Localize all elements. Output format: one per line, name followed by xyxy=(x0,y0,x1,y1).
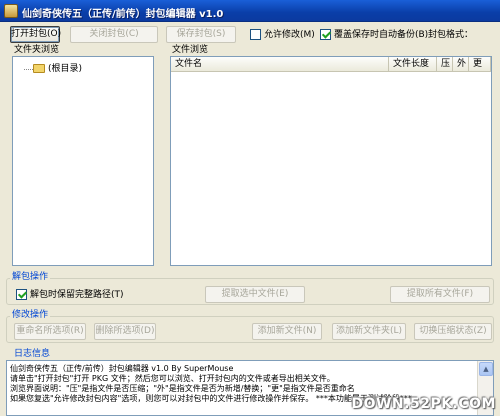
column-header-renamed[interactable]: 更 xyxy=(469,57,491,72)
column-header-filename[interactable]: 文件名 xyxy=(171,57,389,72)
add-folder-button[interactable]: 添加新文件夹(L) xyxy=(332,323,406,340)
log-line: 请单击"打开封包"打开 PKG 文件；然后您可以浏览、打开封包内的文件或者导出相… xyxy=(10,374,335,383)
allow-modify-box[interactable] xyxy=(250,29,261,40)
close-package-button[interactable]: 关闭封包(C) xyxy=(70,26,158,43)
folder-icon xyxy=(33,64,45,73)
allow-modify-label: 允许修改(M) xyxy=(264,30,315,40)
folder-tree[interactable]: (根目录) xyxy=(12,56,154,266)
file-browser-title: 文件浏览 xyxy=(172,45,209,55)
modify-group-title: 修改操作 xyxy=(10,310,51,321)
keep-path-label: 解包时保留完整路径(T) xyxy=(30,290,124,300)
watermark: DOWN.52PK.COM xyxy=(351,396,496,412)
allow-modify-checkbox[interactable]: 允许修改(M) xyxy=(250,29,315,41)
tree-item-root[interactable]: (根目录) xyxy=(24,64,83,75)
column-header-compressed[interactable]: 压 xyxy=(437,57,453,72)
rename-selected-button[interactable]: 重命名所选项(R) xyxy=(14,323,86,340)
log-line: 浏览界面说明："压"是指文件是否压缩；"外"是指文件是否为新增/替换；"更"是指… xyxy=(10,384,355,393)
delete-selected-button[interactable]: 删除所选项(D) xyxy=(94,323,156,340)
file-list[interactable]: 文件名 文件长度 压 外 更 xyxy=(170,56,492,266)
title-bar[interactable]: 仙剑奇侠传五（正传/前传）封包编辑器 v1.0 xyxy=(0,0,500,22)
save-package-button[interactable]: 保存封包(S) xyxy=(166,26,236,43)
extract-selected-button[interactable]: 提取选中文件(E) xyxy=(205,286,305,303)
log-line: 仙剑奇侠传五（正传/前传）封包编辑器 v1.0 By SuperMouse xyxy=(10,364,234,373)
column-header-filesize[interactable]: 文件长度 xyxy=(389,57,437,72)
window-title: 仙剑奇侠传五（正传/前传）封包编辑器 v1.0 xyxy=(22,9,224,20)
keep-path-box[interactable] xyxy=(16,289,27,300)
scroll-up-icon[interactable]: ▲ xyxy=(479,362,493,376)
app-icon xyxy=(4,4,18,18)
package-format-label: 封包格式： xyxy=(428,30,474,40)
tree-connector xyxy=(24,69,33,70)
open-package-button[interactable]: 打开封包(O) xyxy=(10,26,61,43)
keep-path-checkbox[interactable]: 解包时保留完整路径(T) xyxy=(16,289,124,301)
column-header-external[interactable]: 外 xyxy=(453,57,469,72)
extract-all-button[interactable]: 提取所有文件(F) xyxy=(390,286,490,303)
unpack-group-title: 解包操作 xyxy=(10,272,51,283)
auto-backup-label: 覆盖保存时自动备份(B) xyxy=(334,30,429,40)
auto-backup-checkbox[interactable]: 覆盖保存时自动备份(B) xyxy=(320,29,428,41)
tree-item-root-label: (根目录) xyxy=(48,64,83,74)
log-title: 日志信息 xyxy=(14,349,51,359)
auto-backup-box[interactable] xyxy=(320,29,331,40)
toggle-compress-button[interactable]: 切换压缩状态(Z) xyxy=(414,323,492,340)
folder-browser-title: 文件夹浏览 xyxy=(14,45,60,55)
add-file-button[interactable]: 添加新文件(N) xyxy=(252,323,322,340)
